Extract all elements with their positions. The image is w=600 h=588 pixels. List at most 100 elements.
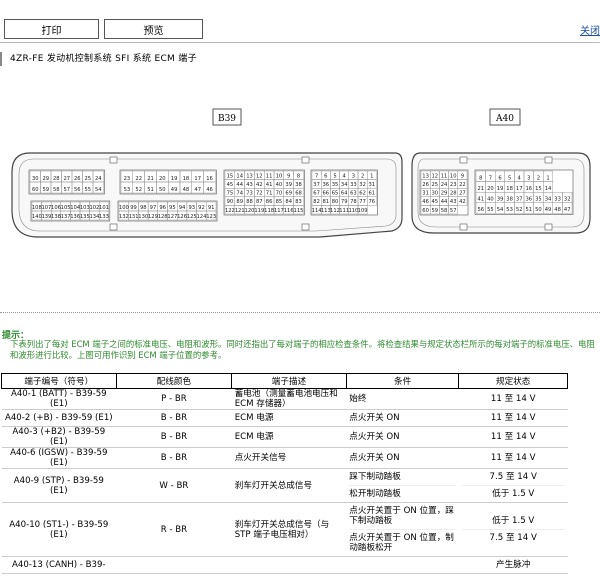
pin-number: 44 xyxy=(236,182,243,188)
spec-line: 11 至 14 V xyxy=(490,453,536,463)
pin-number: 9 xyxy=(461,173,464,179)
pin-number: 45 xyxy=(227,182,234,188)
pin-number: 36 xyxy=(322,182,329,188)
pin-number: 49 xyxy=(171,187,178,193)
pin-number: 20 xyxy=(159,176,166,182)
pin-number: 18 xyxy=(506,186,513,192)
pin-number: 88 xyxy=(246,199,253,205)
pin-number: 86 xyxy=(266,199,273,205)
ecm-terminal-table: 端子编号（符号） 配线颜色 端子描述 条件 规定状态 A40-1 (BATT) … xyxy=(1,373,568,574)
pin-number: 99 xyxy=(130,205,137,211)
pin-number: 69 xyxy=(285,191,292,197)
cell-wire-color: B - BR xyxy=(116,426,232,448)
pin-number: 128 xyxy=(158,214,168,220)
pin-number: 101 xyxy=(99,205,109,211)
pin-number: 139 xyxy=(41,214,51,220)
pin-number: 23 xyxy=(124,176,131,182)
cell-condition: 踩下制动踏板 松开制动踏板 xyxy=(346,468,459,503)
condition-line xyxy=(349,562,456,568)
b39-pin-block-2: 23 22 21 20 19 18 17 16 53 52 51 50 49 48 47 46 xyxy=(119,169,217,195)
pin-number: 105 xyxy=(61,205,71,211)
pin-number: 32 xyxy=(564,197,571,203)
pin-number: 18 xyxy=(183,176,190,182)
pin-number: 65 xyxy=(332,191,339,197)
pin-number: 107 xyxy=(41,205,51,211)
pin-number: 45 xyxy=(431,199,438,205)
pin-number: 23 xyxy=(450,182,457,188)
pin-number: 22 xyxy=(459,182,466,188)
pin-number: 31 xyxy=(368,182,375,188)
pin-number: 50 xyxy=(159,187,166,193)
condition-line: 点火开关 ON xyxy=(349,413,400,423)
cell-terminal: A40-2 (+B) - B39-59 (E1) xyxy=(1,409,117,427)
pin-number: 100 xyxy=(119,205,129,211)
pin-number: 46 xyxy=(206,187,213,193)
pin-number: 1 xyxy=(546,175,549,181)
a40-pin-block-2: 8 7 6 5 4 3 2 121 20 19 18 17 16 15 1441 40 39 38 37 36 35 34… xyxy=(474,169,574,215)
pin-number: 58 xyxy=(441,208,448,214)
preview-button[interactable]: 预览 xyxy=(104,19,203,39)
cell-description: 刹车灯开关总成信号（与 STP 端子电压相对） xyxy=(231,502,347,557)
pin-number: 121 xyxy=(235,208,245,214)
a40-pin-block-1: 13 12 11 10 9 26 25 24 23 22 31 30 29 28 27 46 45 44 43 42 6… xyxy=(419,169,469,216)
pin-number: 2 xyxy=(537,175,540,181)
close-link[interactable]: 关闭 xyxy=(580,22,600,37)
b39-pin-block-3: 15 14 13 12 11 10 9 8 45 44 43 42 41 40 39 38 75 74 73 72 71… xyxy=(223,169,305,216)
pin-number: 63 xyxy=(350,191,357,197)
pin-number: 15 xyxy=(535,186,542,192)
header-description: 端子描述 xyxy=(231,373,347,389)
b39-label: B39 xyxy=(218,114,236,124)
pin-number: 9 xyxy=(287,173,290,179)
cell-condition xyxy=(346,556,459,574)
pin-number: 53 xyxy=(124,187,131,193)
pin-number: 35 xyxy=(535,197,542,203)
pin-number: 16 xyxy=(525,186,532,192)
pin-number: 30 xyxy=(431,191,438,197)
pin-number: 42 xyxy=(459,199,466,205)
pin-number: 28 xyxy=(53,176,60,182)
b39-pin-block-6: 100 99 98 97 96 95 94 93 92 91132 131 130 129 128 127 1… xyxy=(117,200,218,222)
pin-number: 91 xyxy=(208,205,215,211)
pin-number: 35 xyxy=(332,182,339,188)
pin-number: 40 xyxy=(487,197,494,203)
cell-terminal: A40-1 (BATT) - B39-59 (E1) xyxy=(1,388,117,410)
pin-number: 36 xyxy=(525,197,532,203)
pin-number: 3 xyxy=(352,173,355,179)
pin-number: 46 xyxy=(422,199,429,205)
pin-number: 57 xyxy=(63,187,70,193)
pin-number: 34 xyxy=(545,197,552,203)
pin-number: 60 xyxy=(32,187,39,193)
pin-number: 5 xyxy=(333,173,336,179)
pin-number: 126 xyxy=(177,214,187,220)
pin-number: 93 xyxy=(188,205,195,211)
pin-number: 29 xyxy=(42,176,49,182)
pin-number: 10 xyxy=(450,173,457,179)
cell-condition: 点火开关 ON xyxy=(346,426,459,448)
pin-number: 135 xyxy=(80,214,90,220)
pin-number: 48 xyxy=(183,187,190,193)
cell-description: ECM 电源 xyxy=(231,426,347,448)
print-button[interactable]: 打印 xyxy=(4,19,99,39)
pin-number: 137 xyxy=(61,214,71,220)
pin-number: 33 xyxy=(554,197,561,203)
pin-number: 109 xyxy=(358,208,368,214)
pin-number: 94 xyxy=(179,205,186,211)
pin-number: 115 xyxy=(294,208,304,214)
table-row: A40-6 (IGSW) - B39-59 (E1) B - BR 点火开关信号 点火… xyxy=(1,447,568,469)
pin-number: 118 xyxy=(264,208,274,214)
pin-number: 55 xyxy=(487,207,494,213)
pin-number: 133 xyxy=(99,214,109,220)
pin-number: 12 xyxy=(256,173,263,179)
pin-number: 42 xyxy=(256,182,263,188)
cell-terminal: A40-6 (IGSW) - B39-59 (E1) xyxy=(1,447,117,469)
pin-number: 11 xyxy=(441,173,448,179)
pin-number: 56 xyxy=(477,207,484,213)
cell-description: 点火开关信号 xyxy=(231,447,347,469)
pin-number: 10 xyxy=(276,173,283,179)
hint-text: 下表列出了每对 ECM 端子之间的标准电压、电阻和波形。同时还指出了每对端子的相… xyxy=(10,339,595,360)
pin-number: 15 xyxy=(227,173,234,179)
pin-number: 47 xyxy=(194,187,201,193)
pin-number: 83 xyxy=(295,199,302,205)
spec-line: 11 至 14 V xyxy=(490,394,536,404)
pin-number: 25 xyxy=(84,176,91,182)
